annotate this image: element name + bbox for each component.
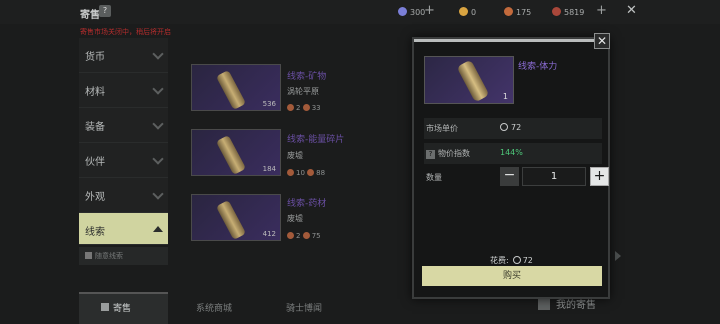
sidebar-item-label: 线索 (85, 227, 105, 238)
sidebar-subitem[interactable]: 随意线索 (79, 247, 168, 265)
sidebar-item-label: 装备 (85, 122, 105, 133)
tab-knight-news[interactable]: 骑士博闻 (280, 292, 350, 324)
cart-icon (101, 303, 109, 311)
listing-source: 废墟 (287, 214, 303, 223)
currency-gems: 300 (398, 7, 425, 17)
dialog-close-button[interactable]: ✕ (594, 33, 610, 49)
add-currency-button[interactable]: + (596, 3, 607, 18)
coin-icon (302, 232, 310, 239)
quantity-stepper: 数量 − 1 + (424, 166, 609, 188)
sidebar-item-currency[interactable]: 货币 (79, 38, 168, 73)
listing-thumbnail[interactable]: 536 (191, 64, 281, 111)
sidebar-item-clues[interactable]: 线索 (79, 213, 168, 245)
listing-name[interactable]: 线索-矿物 (287, 69, 326, 82)
coin-icon (287, 104, 294, 111)
market-warning: 寄售市场关闭中，稍后将开启 (80, 28, 171, 36)
chevron-down-icon (152, 48, 164, 60)
page-title: 寄售 (80, 10, 100, 21)
add-gems-button[interactable]: + (424, 3, 435, 18)
sidebar-item-label: 外观 (85, 192, 105, 203)
item-thumbnail: 1 (424, 56, 514, 104)
coin-icon (287, 169, 294, 176)
chevron-down-icon (152, 118, 164, 130)
listing-source: 涡轮平原 (287, 87, 319, 96)
item-name: 线索-体力 (518, 62, 558, 72)
buy-button[interactable]: 购买 (422, 266, 602, 286)
chevron-down-icon (152, 153, 164, 165)
help-icon[interactable]: ? (426, 150, 435, 159)
listing-qty: 536 (262, 100, 276, 108)
help-button[interactable]: ? (99, 5, 111, 17)
listing-name[interactable]: 线索-药材 (287, 196, 326, 209)
item-qty: 1 (502, 92, 508, 101)
scroll-icon (215, 134, 247, 176)
chevron-down-icon (152, 188, 164, 200)
sidebar-item-label: 材料 (85, 87, 105, 98)
listing-price: 2 75 (287, 232, 321, 240)
coin-icon (302, 104, 310, 111)
total-cost: 花费: 72 (490, 256, 533, 265)
coin-icon (307, 169, 315, 176)
listing-source: 废墟 (287, 151, 303, 160)
quantity-input[interactable]: 1 (522, 167, 586, 186)
listing-thumbnail[interactable]: 412 (191, 194, 281, 241)
listing-qty: 184 (262, 165, 276, 173)
sidebar-item-equipment[interactable]: 装备 (79, 108, 168, 143)
close-icon[interactable]: ✕ (626, 3, 637, 18)
price-index-value: 144% (500, 148, 523, 157)
chevron-up-icon (153, 226, 163, 232)
scroll-icon (215, 199, 247, 241)
purchase-dialog: 1 线索-体力 市场单价 72 ? 物价指数 144% 数量 − 1 + 花费: 7… (412, 37, 610, 299)
coin-icon (500, 123, 508, 131)
market-price-row: 市场单价 72 (424, 118, 602, 139)
gold-coin-icon (459, 7, 468, 16)
currency-copper: 5819 (552, 7, 584, 17)
market-price-value: 72 (500, 123, 521, 132)
scroll-icon (456, 59, 490, 103)
sidebar-item-appearance[interactable]: 外观 (79, 178, 168, 213)
increase-button[interactable]: + (590, 167, 609, 186)
currency-silver: 175 (504, 7, 531, 17)
sidebar-item-partners[interactable]: 伙伴 (79, 143, 168, 178)
listing-qty: 412 (262, 230, 276, 238)
chevron-down-icon (152, 83, 164, 95)
price-index-row: ? 物价指数 144% (424, 143, 602, 164)
copper-coin-icon (552, 7, 561, 16)
tab-consign[interactable]: 寄售 (79, 292, 168, 324)
top-bar: 寄售 ? 300 + 0 175 5819 + ✕ (0, 0, 720, 24)
category-sidebar: 货币 材料 装备 伙伴 外观 线索 (79, 38, 168, 245)
listing-thumbnail[interactable]: 184 (191, 129, 281, 176)
scroll-icon (215, 69, 247, 111)
sidebar-item-materials[interactable]: 材料 (79, 73, 168, 108)
silver-coin-icon (504, 7, 513, 16)
listing-price: 2 33 (287, 104, 321, 112)
sidebar-item-label: 货币 (85, 52, 105, 63)
listing-price: 10 88 (287, 169, 325, 177)
tab-system-mall[interactable]: 系统商城 (190, 292, 260, 324)
chevron-right-icon[interactable] (615, 251, 621, 261)
my-sales-button[interactable]: 我的寄售 (538, 296, 618, 320)
currency-gold: 0 (459, 7, 476, 17)
coin-icon (287, 232, 294, 239)
sidebar-item-label: 伙伴 (85, 157, 105, 168)
decrease-button[interactable]: − (500, 167, 519, 186)
gem-icon (398, 7, 407, 16)
checkbox-icon (85, 252, 92, 259)
listing-name[interactable]: 线索-能量碎片 (287, 132, 344, 145)
dialog-top-border (414, 39, 610, 42)
coin-icon (512, 256, 521, 264)
